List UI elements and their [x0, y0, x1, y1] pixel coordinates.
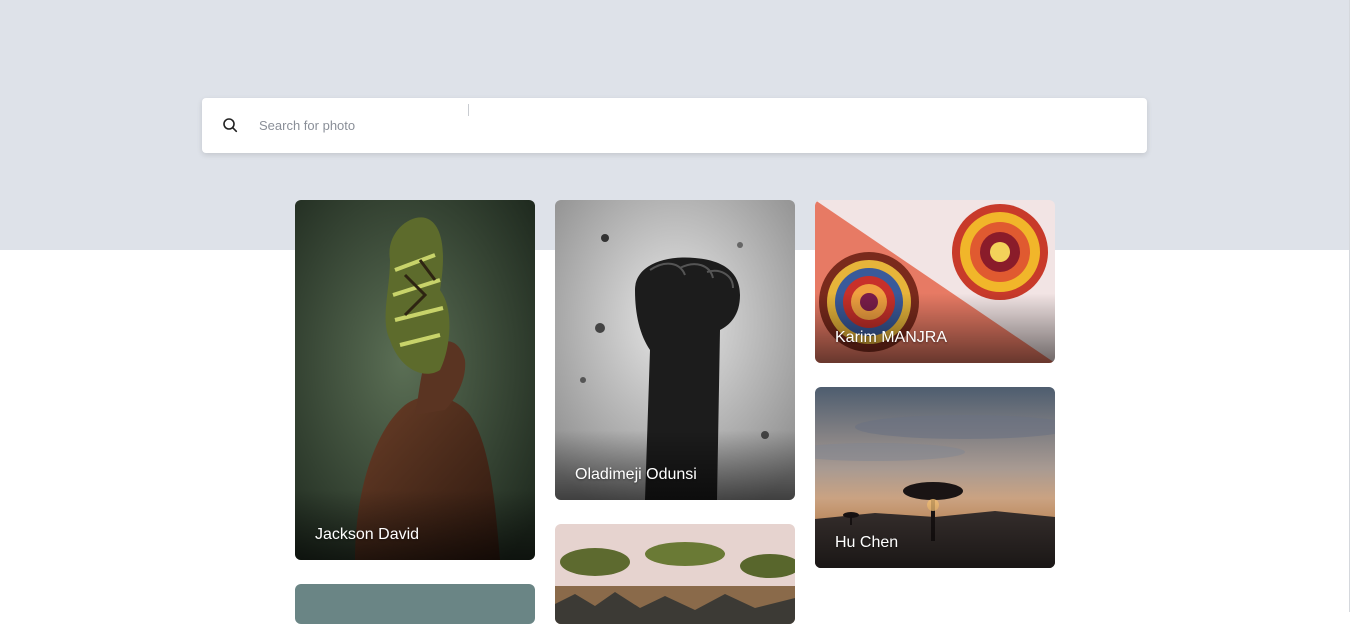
photographer-name: Oladimeji Odunsi: [575, 466, 697, 483]
photographer-name: Hu Chen: [835, 534, 899, 551]
photo-card[interactable]: Hu Chen: [815, 387, 1055, 568]
caption-overlay: [295, 490, 535, 560]
photo-safari-icon: [555, 524, 795, 624]
photo-teal-icon: [295, 584, 535, 624]
caption-overlay: [815, 498, 1055, 568]
photo-card[interactable]: Karim MANJRA: [815, 200, 1055, 363]
search-icon[interactable]: [222, 117, 238, 133]
photo-card[interactable]: Oladimeji Odunsi: [555, 200, 795, 500]
photo-card[interactable]: Jackson David: [295, 200, 535, 560]
text-cursor: [468, 104, 469, 116]
search-bar[interactable]: [202, 98, 1147, 153]
photo-card[interactable]: [295, 584, 535, 624]
photographer-name: Karim MANJRA: [835, 329, 948, 346]
search-input[interactable]: [259, 98, 1119, 153]
caption-overlay: [555, 430, 795, 500]
photographer-name: Jackson David: [315, 526, 420, 543]
caption-overlay: [815, 293, 1055, 363]
photo-card[interactable]: [555, 524, 795, 624]
